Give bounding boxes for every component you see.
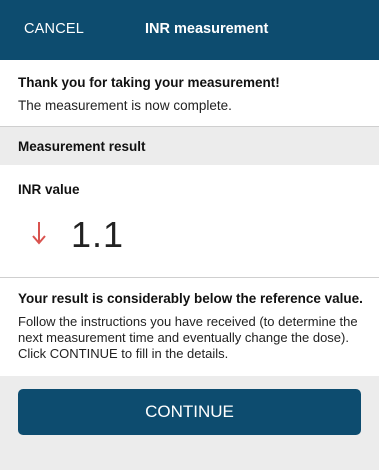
confirmation-title: Thank you for taking your measurement!	[18, 75, 280, 90]
page-title: INR measurement	[145, 21, 269, 37]
result-panel: Your result is considerably below the re…	[0, 277, 379, 376]
confirmation-panel: Thank you for taking your measurement! T…	[0, 60, 379, 126]
app-bar: CANCEL INR measurement	[0, 0, 379, 60]
result-title: Your result is considerably below the re…	[18, 291, 363, 306]
continue-button[interactable]: CONTINUE	[18, 389, 361, 435]
cancel-button[interactable]: CANCEL	[24, 21, 84, 37]
confirmation-message: The measurement is now complete.	[18, 98, 232, 113]
inr-value: 1.1	[71, 214, 125, 255]
section-header-label: Measurement result	[18, 139, 146, 154]
inr-label: INR value	[18, 182, 80, 197]
measurement-result-header: Measurement result	[0, 127, 379, 165]
arrow-down-icon	[32, 222, 46, 245]
result-instructions: Follow the instructions you have receive…	[18, 314, 358, 361]
footer: CONTINUE	[0, 376, 379, 470]
